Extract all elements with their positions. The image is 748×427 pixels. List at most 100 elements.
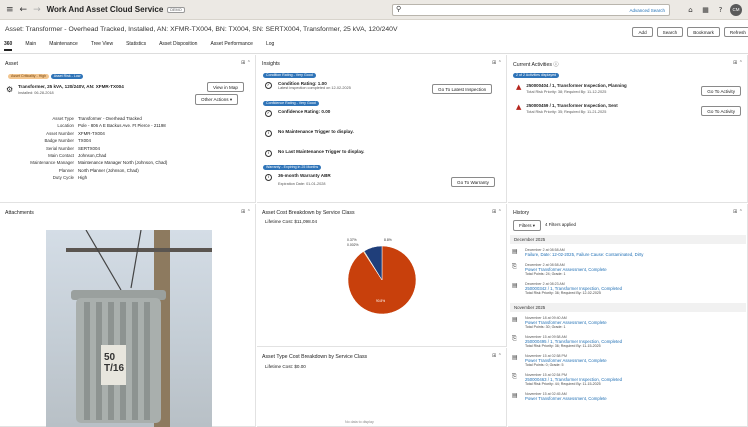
insights-panel-title: Insights <box>262 61 280 67</box>
environment-badge: DEMO <box>167 6 185 13</box>
warranty-title: 36-month Warranty ABR <box>278 173 331 178</box>
history-item[interactable]: ⎘ November 15 at 02:54 PM 250000463 / 1, T… <box>512 373 622 386</box>
tab-main[interactable]: Main <box>25 41 36 51</box>
history-title[interactable]: Failure, Date: 12-02-2025, Failure Cause… <box>525 252 643 257</box>
history-item[interactable]: ▤ December 2 at 08:23 AM 250000342 / 1, Tr… <box>512 282 622 295</box>
tab-maintenance[interactable]: Maintenance <box>49 41 78 51</box>
warranty-badge: Warranty - Expiring in 25 Months <box>263 164 322 170</box>
type-cost-panel-title: Asset Type Cost Breakdown by Service Cla… <box>262 354 368 360</box>
history-item-icon: ▤ <box>512 316 518 323</box>
collapse-icon[interactable]: ⌃ <box>498 209 502 215</box>
history-sub: Total Risk Priority: 36; Required By: 11… <box>525 344 601 348</box>
condition-sub: Latest inspection completed on 12-02-202… <box>278 86 351 90</box>
history-sub: Total Risk Priority: 44; Required By: 11… <box>525 382 601 386</box>
asset-field-row: Planner North Planner (Johnson, Chad) <box>0 168 139 173</box>
asset-field-row: Location Pole - 806 A E Backus Ave. Ft Pi… <box>0 123 166 129</box>
history-item[interactable]: ⎘ December 2 at 08:58 AM Power Transformer… <box>512 263 607 276</box>
go-to-latest-inspection-button[interactable]: Go To Latest Inspection <box>432 84 493 94</box>
cost-panel-title: Asset Cost Breakdown by Service Class <box>262 210 355 216</box>
forward-arrow-icon[interactable]: → <box>33 5 41 15</box>
lifetime-cost: Lifetime Cost: $11,098.04 <box>265 219 318 224</box>
expand-icon[interactable]: ⊞ <box>492 353 496 359</box>
expand-icon[interactable]: ⊞ <box>492 60 496 66</box>
asset-field-row: Badge Number TX004 <box>0 138 91 144</box>
field-value[interactable]: Transformer - Overhead Tracked <box>78 116 142 121</box>
grid-icon[interactable]: ▦ <box>700 5 711 16</box>
check-circle-icon: ✓ <box>265 110 272 117</box>
tab-tree-view[interactable]: Tree View <box>91 41 113 51</box>
view-in-map-button[interactable]: View in Map <box>207 82 244 92</box>
collapse-icon[interactable]: ⌃ <box>498 60 502 66</box>
pie-callout-label: 8.8% <box>384 238 392 242</box>
home-icon[interactable]: ⌂ <box>685 5 696 16</box>
tab-asset-performance[interactable]: Asset Performance <box>210 41 253 51</box>
field-value[interactable]: Johnson,Chad <box>78 153 106 158</box>
history-item-icon: ⎘ <box>512 335 517 342</box>
field-value[interactable]: North Planner (Johnson, Chad) <box>78 168 139 173</box>
activity-sub: Total Risk Priority: 38; Required By: 11… <box>526 90 607 94</box>
history-item[interactable]: ▤ November 15 at 02:58 PM Power Transforme… <box>512 354 607 367</box>
add-button[interactable]: Add <box>632 27 653 37</box>
avatar[interactable]: CM <box>730 4 742 16</box>
panel-controls: ⊞ ⌃ <box>241 209 251 215</box>
asset-type-icon: ⚙ <box>6 85 14 94</box>
expand-icon[interactable]: ⊞ <box>492 209 496 215</box>
hamburger-menu-icon[interactable]: ≡ <box>6 5 14 15</box>
collapse-icon[interactable]: ⌃ <box>247 60 251 66</box>
risk-badge: Asset Risk - Low <box>50 73 84 79</box>
other-actions-button[interactable]: Other Actions ▾ <box>195 94 239 105</box>
transformer-photo[interactable]: 50 T/16 <box>46 230 212 427</box>
go-to-warranty-button[interactable]: Go To Warranty <box>451 177 495 187</box>
collapse-icon[interactable]: ⌃ <box>739 60 743 66</box>
history-item[interactable]: ▤ November 15 at 02:45 AM Power Transforme… <box>512 392 607 401</box>
pie-callout-label: 0.37% <box>347 238 357 242</box>
history-month-header: December 2025 <box>510 235 746 244</box>
filters-button[interactable]: Filters ▾ <box>513 220 542 231</box>
tab-asset-disposition[interactable]: Asset Disposition <box>159 41 197 51</box>
no-data-text: No data to display <box>345 420 374 424</box>
tab-statistics[interactable]: Statistics <box>126 41 146 51</box>
field-label: Location <box>57 123 74 129</box>
history-item-body: December 2 at 08:58 AM Power Transformer … <box>525 263 607 276</box>
go-to-activity-button[interactable]: Go To Activity <box>701 86 741 96</box>
expand-icon[interactable]: ⊞ <box>241 60 245 66</box>
collapse-icon[interactable]: ⌃ <box>739 209 743 215</box>
tab-log[interactable]: Log <box>266 41 274 51</box>
go-to-activity-button[interactable]: Go To Activity <box>701 106 741 116</box>
history-item-icon: ▤ <box>512 248 518 255</box>
global-search-input[interactable]: ⚲ Advanced Search <box>392 4 670 16</box>
expand-icon[interactable]: ⊞ <box>241 209 245 215</box>
confidence-badge: Confidence Rating - Very Good <box>263 100 319 106</box>
field-value: TX004 <box>78 138 91 144</box>
field-label: Maintenance Manager <box>30 160 74 166</box>
criticality-badge: Asset Criticality - High <box>8 73 50 79</box>
info-icon[interactable]: ⓘ <box>553 62 558 68</box>
field-value[interactable]: Pole - 806 A E Backus Ave. Ft Pierce - 2… <box>78 123 166 128</box>
cost-pie-chart[interactable]: 0.37%0.002% 8.8% 90.8% <box>257 232 507 342</box>
expand-icon[interactable]: ⊞ <box>733 209 737 215</box>
collapse-icon[interactable]: ⌃ <box>498 353 502 359</box>
condition-badge: Condition Rating - Very Good <box>263 72 316 78</box>
activity-item: ▲ 250000404 / 1, Transformer Inspection,… <box>516 83 627 94</box>
expand-icon[interactable]: ⊞ <box>733 60 737 66</box>
type-cost-panel: Asset Type Cost Breakdown by Service Cla… <box>257 348 507 427</box>
advanced-search-link[interactable]: Advanced Search <box>629 8 665 13</box>
history-item[interactable]: ▤ November 18 at 09:40 AM Power Transforme… <box>512 316 607 329</box>
bookmark-button[interactable]: Bookmark <box>687 27 720 37</box>
back-arrow-icon[interactable]: ← <box>20 5 28 15</box>
activity-item: ▲ 250000459 / 1, Transformer Inspection,… <box>516 103 618 114</box>
history-item-body: November 18 at 09:40 AM Power Transformer… <box>525 316 607 329</box>
tab-360[interactable]: 360 <box>4 41 13 51</box>
history-item[interactable]: ▤ December 2 at 08:58 AM Failure, Date: 12… <box>512 248 643 257</box>
activities-panel-title: Current Activities ⓘ <box>513 61 559 68</box>
history-title[interactable]: Power Transformer Assessment, Complete <box>525 396 607 401</box>
activity-title: 250000404 / 1, Transformer Inspection, P… <box>526 83 627 88</box>
page-header: Asset: Transformer - Overhead Tracked, I… <box>0 20 748 54</box>
help-icon[interactable]: ? <box>715 5 726 16</box>
search-button[interactable]: Search <box>656 27 684 37</box>
collapse-icon[interactable]: ⌃ <box>247 209 251 215</box>
history-item[interactable]: ⎘ November 15 at 09:58 AM 250000495 / 1, T… <box>512 335 622 348</box>
panel-controls: ⊞ ⌃ <box>733 60 743 66</box>
field-value[interactable]: Maintenance Manager North (Johnson, Chad… <box>78 160 167 165</box>
refresh-button[interactable]: Refresh <box>723 27 748 37</box>
